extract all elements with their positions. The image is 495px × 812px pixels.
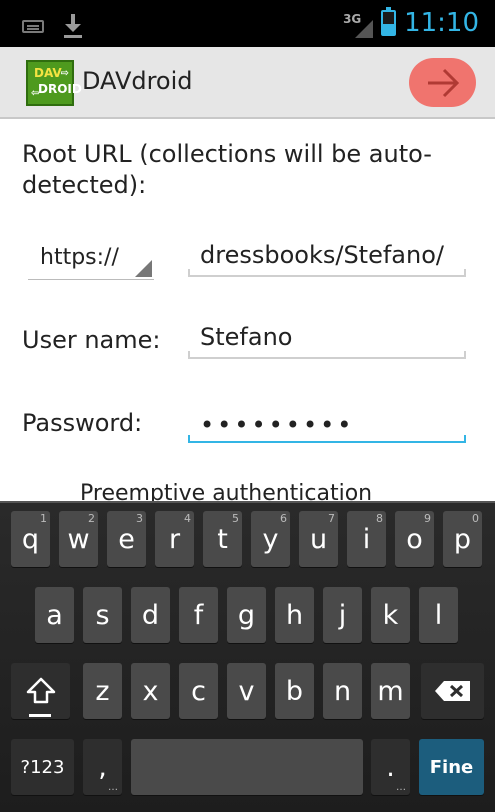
username-value: Stefano <box>200 323 293 351</box>
logo-text-bottom: DROID <box>38 82 82 96</box>
key-w[interactable]: 2w <box>59 511 98 567</box>
username-label: User name: <box>22 326 161 354</box>
root-url-description: Root URL (collections will be auto-detec… <box>22 140 432 199</box>
key-j[interactable]: j <box>323 587 362 643</box>
password-field[interactable]: ••••••••• <box>188 403 466 443</box>
key-q[interactable]: 1q <box>11 511 50 567</box>
key-a[interactable]: a <box>35 587 74 643</box>
key-y[interactable]: 6y <box>251 511 290 567</box>
network-type: 3G <box>343 12 362 26</box>
status-bar: 3G 11:10 <box>0 0 495 47</box>
backspace-key[interactable] <box>421 663 484 719</box>
key-d[interactable]: d <box>131 587 170 643</box>
arrow-right-icon <box>428 68 460 98</box>
key-b[interactable]: b <box>275 663 314 719</box>
clock: 11:10 <box>404 8 479 38</box>
action-bar: DAV ⇨ DROID ⇦ DAVdroid <box>0 47 495 119</box>
key-t[interactable]: 5t <box>203 511 242 567</box>
soft-keyboard: 1q 2w 3e 4r 5t 6y 7u 8i 9o 0p a s d f g … <box>0 501 495 812</box>
scheme-selected: https:// <box>40 245 119 270</box>
backspace-icon <box>434 681 470 701</box>
period-key[interactable]: .… <box>371 739 410 795</box>
key-m[interactable]: m <box>371 663 410 719</box>
battery-icon <box>381 7 397 36</box>
url-value: dressbooks/Stefano/ <box>200 241 444 269</box>
key-x[interactable]: x <box>131 663 170 719</box>
spinner-arrow-icon <box>135 260 152 277</box>
comma-key[interactable]: ,… <box>83 739 122 795</box>
logo-text-top: DAV <box>34 66 62 80</box>
signal-icon: 3G <box>343 8 374 38</box>
key-l[interactable]: l <box>419 587 458 643</box>
key-u[interactable]: 7u <box>299 511 338 567</box>
key-e[interactable]: 3e <box>107 511 146 567</box>
key-f[interactable]: f <box>179 587 218 643</box>
key-k[interactable]: k <box>371 587 410 643</box>
url-field[interactable]: dressbooks/Stefano/ <box>188 237 466 277</box>
key-z[interactable]: z <box>83 663 122 719</box>
key-i[interactable]: 8i <box>347 511 386 567</box>
space-key[interactable] <box>131 739 363 795</box>
password-value: ••••••••• <box>200 411 355 439</box>
symbols-key[interactable]: ?123 <box>11 739 74 795</box>
key-v[interactable]: v <box>227 663 266 719</box>
next-button[interactable] <box>409 58 476 107</box>
key-g[interactable]: g <box>227 587 266 643</box>
password-label: Password: <box>22 409 143 437</box>
scheme-spinner[interactable]: https:// <box>28 237 154 280</box>
key-c[interactable]: c <box>179 663 218 719</box>
preemptive-auth-checkbox[interactable]: Preemptive authentication <box>80 481 372 501</box>
done-key[interactable]: Fine <box>419 739 484 795</box>
app-title: DAVdroid <box>82 67 193 95</box>
key-r[interactable]: 4r <box>155 511 194 567</box>
key-p[interactable]: 0p <box>443 511 482 567</box>
login-form: Root URL (collections will be auto-detec… <box>0 119 495 501</box>
key-n[interactable]: n <box>323 663 362 719</box>
key-h[interactable]: h <box>275 587 314 643</box>
key-s[interactable]: s <box>83 587 122 643</box>
shift-key[interactable] <box>11 663 70 719</box>
username-field[interactable]: Stefano <box>188 319 466 359</box>
keyboard-icon <box>22 19 44 33</box>
shift-icon <box>26 677 55 704</box>
app-logo: DAV ⇨ DROID ⇦ <box>26 60 82 106</box>
download-icon <box>62 14 84 38</box>
key-o[interactable]: 9o <box>395 511 434 567</box>
